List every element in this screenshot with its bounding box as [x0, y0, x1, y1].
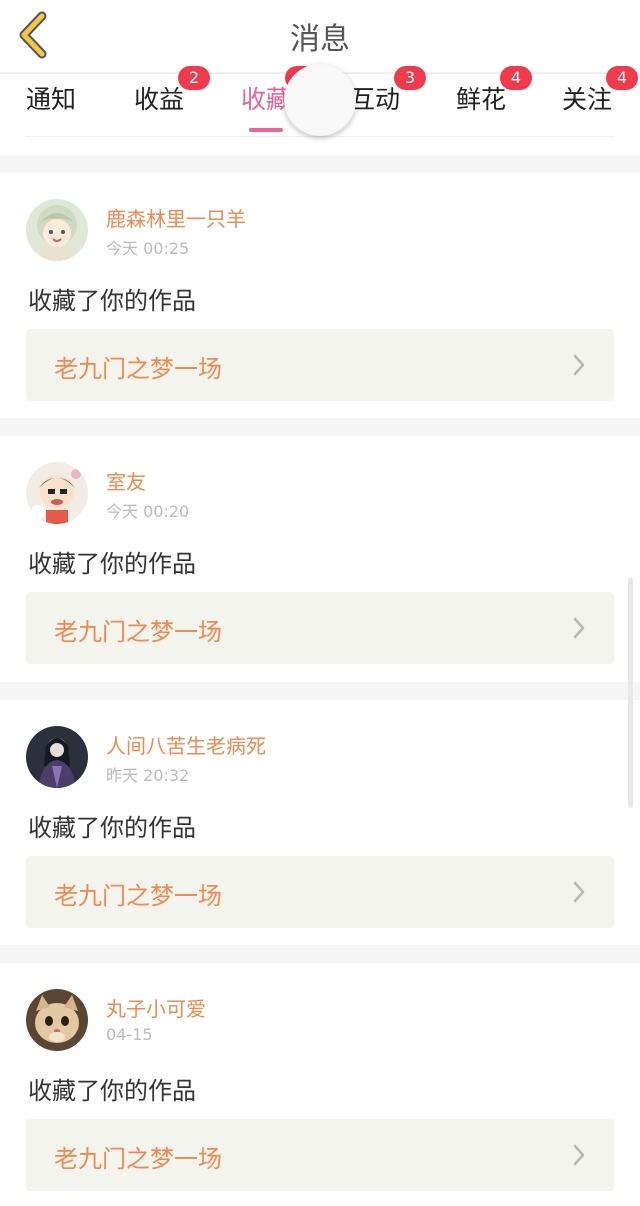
timestamp: 今天 00:25	[106, 239, 190, 258]
notification-item: 人间八苦生老病死 昨天 20:32 收藏了你的作品 老九门之梦一场	[0, 700, 640, 946]
section-separator	[0, 945, 640, 963]
chevron-right-icon	[573, 354, 585, 376]
username[interactable]: 丸子小可爱	[106, 993, 206, 1022]
avatar-image	[26, 462, 88, 524]
action-text: 收藏了你的作品	[28, 1077, 196, 1105]
tab-divider	[26, 136, 614, 137]
timestamp: 昨天 20:32	[106, 766, 190, 785]
work-title: 老九门之梦一场	[54, 1145, 222, 1173]
username[interactable]: 室友	[106, 466, 146, 495]
top-bar: 消息	[0, 0, 640, 72]
avatar-image	[26, 199, 88, 261]
timestamp: 今天 00:20	[106, 502, 190, 521]
badge-count: 2	[178, 66, 210, 90]
badge-count: 4	[606, 66, 638, 90]
section-separator	[0, 155, 640, 173]
work-link[interactable]: 老九门之梦一场	[26, 592, 614, 664]
tab-label: 互动	[350, 85, 401, 114]
action-text: 收藏了你的作品	[28, 814, 196, 842]
page-title: 消息	[290, 22, 350, 57]
chevron-right-icon	[573, 617, 585, 639]
work-link[interactable]: 老九门之梦一场	[26, 1119, 614, 1191]
section-separator	[0, 682, 640, 700]
tab-follows[interactable]: 关注 4	[562, 66, 638, 132]
action-text: 收藏了你的作品	[28, 550, 196, 578]
timestamp: 04-15	[106, 1025, 153, 1044]
tab-notifications[interactable]: 通知	[26, 82, 76, 132]
tab-favorites[interactable]: 收藏	[241, 66, 317, 132]
notification-item: 丸子小可爱 04-15 收藏了你的作品 老九门之梦一场	[0, 963, 640, 1206]
work-link[interactable]: 老九门之梦一场	[26, 329, 614, 401]
work-title: 老九门之梦一场	[54, 355, 222, 383]
badge-count: 4	[500, 66, 532, 90]
username[interactable]: 鹿森林里一只羊	[106, 203, 246, 232]
tab-label: 关注	[562, 85, 613, 114]
avatar[interactable]	[26, 989, 88, 1051]
chevron-right-icon	[573, 1144, 585, 1166]
avatar[interactable]	[26, 462, 88, 524]
avatar[interactable]	[26, 199, 88, 261]
chevron-right-icon	[573, 881, 585, 903]
badge-count: 3	[394, 66, 426, 90]
avatar-image	[26, 989, 88, 1051]
avatar[interactable]	[26, 726, 88, 788]
tab-label: 鲜花	[456, 85, 507, 114]
notification-item: 室友 今天 00:20 收藏了你的作品 老九门之梦一场	[0, 436, 640, 682]
avatar-image	[26, 726, 88, 788]
section-separator	[0, 418, 640, 436]
action-text: 收藏了你的作品	[28, 287, 196, 315]
tab-label: 收益	[134, 85, 185, 114]
active-tab-indicator	[249, 128, 283, 132]
work-link[interactable]: 老九门之梦一场	[26, 856, 614, 928]
username[interactable]: 人间八苦生老病死	[106, 730, 266, 759]
touch-indicator	[284, 64, 356, 136]
notification-item: 鹿森林里一只羊 今天 00:25 收藏了你的作品 老九门之梦一场	[0, 173, 640, 419]
work-title: 老九门之梦一场	[54, 882, 222, 910]
tab-earnings[interactable]: 收益 2	[134, 66, 210, 132]
tab-flowers[interactable]: 鲜花 4	[456, 66, 532, 132]
work-title: 老九门之梦一场	[54, 618, 222, 646]
tab-interactions[interactable]: 互动 3	[350, 66, 426, 132]
scrollbar[interactable]	[628, 578, 633, 808]
tab-label: 通知	[26, 85, 77, 114]
